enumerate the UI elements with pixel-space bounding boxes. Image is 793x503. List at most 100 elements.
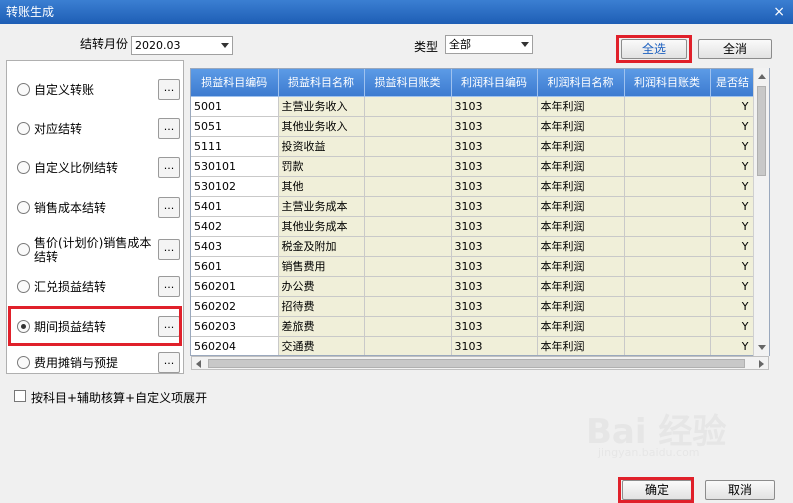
table-cell[interactable]: Y <box>710 196 756 217</box>
table-cell[interactable]: 3103 <box>451 256 538 277</box>
option-exchange-gain-loss-transfer[interactable]: 汇兑损益结转 ... <box>7 273 183 303</box>
table-cell[interactable]: 5401 <box>191 196 279 217</box>
option-settings-button[interactable]: ... <box>158 157 180 178</box>
table-cell[interactable] <box>624 96 711 117</box>
table-cell[interactable]: 560201 <box>191 276 279 297</box>
table-cell[interactable]: 3103 <box>451 156 538 177</box>
table-row[interactable]: 560202 招待费 3103 本年利润 Y <box>191 296 756 317</box>
column-header[interactable]: 利润科目账类 <box>624 69 711 97</box>
table-cell[interactable] <box>364 216 452 237</box>
select-all-button[interactable]: 全选 <box>621 39 687 59</box>
expand-checkbox[interactable] <box>14 390 26 402</box>
table-cell[interactable]: 其他业务成本 <box>278 216 365 237</box>
table-row[interactable]: 5111 投资收益 3103 本年利润 Y <box>191 136 756 157</box>
table-row[interactable]: 560204 交通费 3103 本年利润 Y <box>191 336 756 355</box>
column-header[interactable]: 利润科目名称 <box>537 69 625 97</box>
column-header[interactable]: 是否结 <box>710 69 756 97</box>
close-icon[interactable]: × <box>773 0 785 24</box>
radio-button[interactable] <box>17 83 30 96</box>
type-select[interactable]: 全部 <box>445 35 533 54</box>
table-cell[interactable]: Y <box>710 176 756 197</box>
table-cell[interactable]: Y <box>710 316 756 337</box>
table-cell[interactable] <box>624 136 711 157</box>
table-cell[interactable]: 3103 <box>451 116 538 137</box>
table-cell[interactable]: 主营业务成本 <box>278 196 365 217</box>
table-cell[interactable]: 本年利润 <box>537 116 625 137</box>
table-cell[interactable] <box>364 176 452 197</box>
radio-button[interactable] <box>17 243 30 256</box>
table-row[interactable]: 560201 办公费 3103 本年利润 Y <box>191 276 756 297</box>
table-cell[interactable]: 本年利润 <box>537 156 625 177</box>
option-planned-price-cost-transfer[interactable]: 售价(计划价)销售成本结转 ... <box>7 233 183 269</box>
option-period-profit-loss-transfer[interactable]: 期间损益结转 ... <box>7 313 183 343</box>
table-cell[interactable]: 3103 <box>451 296 538 317</box>
option-custom-ratio-transfer[interactable]: 自定义比例结转 ... <box>7 154 183 184</box>
table-cell[interactable]: 530101 <box>191 156 279 177</box>
column-header[interactable]: 损益科目账类 <box>364 69 452 97</box>
table-cell[interactable]: 招待费 <box>278 296 365 317</box>
option-custom-transfer[interactable]: 自定义转账 ... <box>7 76 183 106</box>
table-cell[interactable]: 3103 <box>451 96 538 117</box>
table-cell[interactable] <box>624 116 711 137</box>
table-cell[interactable] <box>624 256 711 277</box>
table-row[interactable]: 560203 差旅费 3103 本年利润 Y <box>191 316 756 337</box>
table-cell[interactable] <box>364 276 452 297</box>
table-cell[interactable] <box>364 96 452 117</box>
radio-button[interactable] <box>17 122 30 135</box>
ok-button[interactable]: 确定 <box>622 480 692 500</box>
table-cell[interactable]: 530102 <box>191 176 279 197</box>
table-cell[interactable]: 3103 <box>451 276 538 297</box>
table-row[interactable]: 530101 罚款 3103 本年利润 Y <box>191 156 756 177</box>
column-header[interactable]: 损益科目编码 <box>191 69 279 97</box>
table-cell[interactable]: 本年利润 <box>537 276 625 297</box>
table-cell[interactable]: 本年利润 <box>537 336 625 355</box>
table-cell[interactable]: 其他 <box>278 176 365 197</box>
table-cell[interactable]: 5601 <box>191 256 279 277</box>
column-header[interactable]: 损益科目名称 <box>278 69 365 97</box>
table-cell[interactable]: 投资收益 <box>278 136 365 157</box>
table-cell[interactable] <box>624 216 711 237</box>
table-cell[interactable]: 5402 <box>191 216 279 237</box>
table-cell[interactable]: 3103 <box>451 336 538 355</box>
table-cell[interactable]: 560203 <box>191 316 279 337</box>
table-cell[interactable]: 本年利润 <box>537 196 625 217</box>
column-header[interactable]: 利润科目编码 <box>451 69 538 97</box>
table-cell[interactable]: Y <box>710 276 756 297</box>
option-settings-button[interactable]: ... <box>158 197 180 218</box>
radio-button-selected[interactable] <box>17 320 30 333</box>
month-select[interactable]: 2020.03 <box>131 36 233 55</box>
table-row[interactable]: 5401 主营业务成本 3103 本年利润 Y <box>191 196 756 217</box>
table-cell[interactable] <box>364 136 452 157</box>
table-cell[interactable]: 税金及附加 <box>278 236 365 257</box>
table-cell[interactable]: 5001 <box>191 96 279 117</box>
scroll-down-icon[interactable] <box>758 345 766 350</box>
table-cell[interactable] <box>364 196 452 217</box>
table-cell[interactable]: 3103 <box>451 136 538 157</box>
vertical-scrollbar[interactable] <box>753 68 769 356</box>
cancel-button[interactable]: 取消 <box>705 480 775 500</box>
table-cell[interactable]: 差旅费 <box>278 316 365 337</box>
table-cell[interactable]: Y <box>710 156 756 177</box>
table-cell[interactable]: 5051 <box>191 116 279 137</box>
table-cell[interactable]: 3103 <box>451 316 538 337</box>
radio-button[interactable] <box>17 201 30 214</box>
table-cell[interactable]: Y <box>710 296 756 317</box>
table-cell[interactable] <box>624 316 711 337</box>
table-cell[interactable] <box>364 296 452 317</box>
table-cell[interactable] <box>624 156 711 177</box>
table-cell[interactable] <box>624 236 711 257</box>
option-settings-button[interactable]: ... <box>158 276 180 297</box>
table-cell[interactable] <box>624 336 711 355</box>
table-cell[interactable] <box>364 336 452 355</box>
table-cell[interactable]: 本年利润 <box>537 216 625 237</box>
table-cell[interactable]: Y <box>710 96 756 117</box>
table-cell[interactable]: Y <box>710 116 756 137</box>
table-cell[interactable] <box>624 196 711 217</box>
table-cell[interactable]: 办公费 <box>278 276 365 297</box>
table-row[interactable]: 530102 其他 3103 本年利润 Y <box>191 176 756 197</box>
table-cell[interactable]: 本年利润 <box>537 256 625 277</box>
option-settings-button[interactable]: ... <box>158 352 180 373</box>
table-cell[interactable] <box>364 236 452 257</box>
table-cell[interactable]: 本年利润 <box>537 296 625 317</box>
radio-button[interactable] <box>17 161 30 174</box>
